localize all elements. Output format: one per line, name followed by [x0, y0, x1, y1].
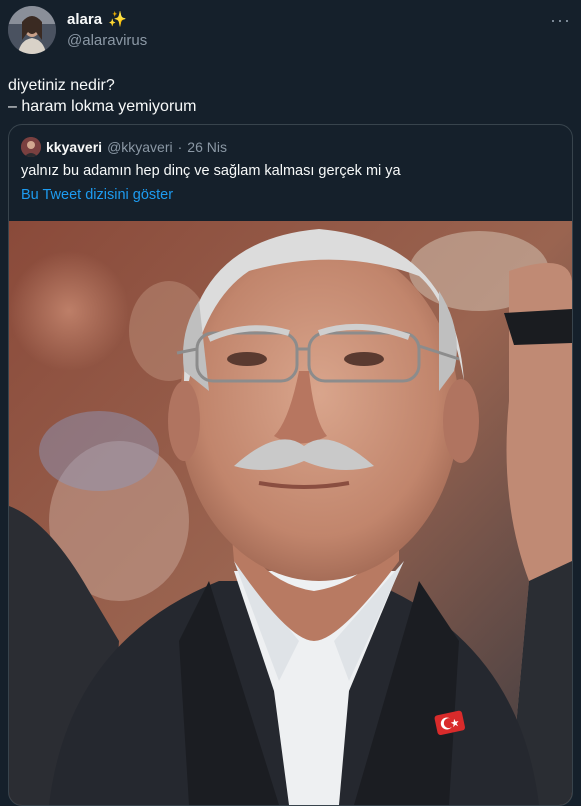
tweet-text-line: diyetiniz nedir?: [8, 77, 115, 94]
sparkles-icon: ✨: [108, 11, 127, 28]
quoted-tweet[interactable]: kkyaveri @kkyaveri · 26 Nis yalnız bu ad…: [8, 124, 573, 806]
tweet: alara ✨ @alaravirus ··· diyetiniz nedir?…: [0, 0, 581, 806]
portrait-image: [9, 221, 572, 805]
author-avatar[interactable]: [8, 6, 56, 54]
quoted-display-name[interactable]: kkyaveri: [46, 139, 102, 155]
show-thread-link[interactable]: Bu Tweet dizisini göster: [21, 187, 173, 203]
separator-dot: ·: [177, 139, 183, 155]
more-options-icon[interactable]: ···: [550, 10, 571, 31]
quoted-photo[interactable]: [9, 221, 572, 805]
quoted-date[interactable]: 26 Nis: [187, 139, 227, 155]
tweet-text-line: – haram lokma yemiyorum: [8, 98, 197, 115]
author-display-name[interactable]: alara: [67, 11, 102, 28]
author-handle[interactable]: @alaravirus: [67, 32, 147, 49]
quoted-text: yalnız bu adamın hep dinç ve sağlam kalm…: [21, 163, 401, 179]
quoted-handle[interactable]: @kkyaveri: [107, 139, 173, 155]
quoted-author-avatar[interactable]: [21, 137, 41, 157]
tweet-text: diyetiniz nedir? – haram lokma yemiyorum: [8, 75, 197, 117]
